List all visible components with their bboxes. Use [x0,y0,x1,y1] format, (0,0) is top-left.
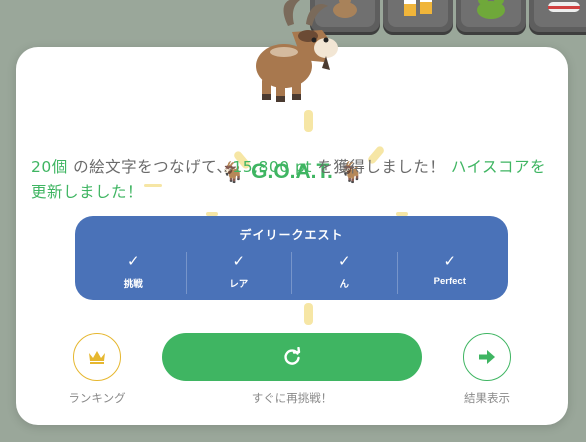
quest-item: ✓ レア [185,252,292,294]
goat-icon [248,0,344,106]
quest-item: ✓ ん [291,252,397,294]
quest-item-label: ん [339,279,349,290]
beer-mugs-icon [388,0,448,27]
refresh-icon [284,347,301,365]
quest-item-label: 挑戦 [123,279,143,290]
sparkle-ray [304,303,313,325]
check-icon: ✓ [126,252,140,270]
score-value: 15,800 pt [232,158,312,176]
background-tile [383,0,453,32]
ranking-label: ランキング [68,391,126,405]
train-icon [534,0,586,27]
message-text: の絵文字をつなげて、 [67,158,233,176]
check-icon: ✓ [232,252,246,270]
check-icon: ✓ [443,252,457,270]
background-tile [456,0,526,32]
retry-button[interactable] [162,333,422,381]
check-icon: ✓ [337,252,351,270]
daily-quest-title: デイリークエスト [239,228,344,242]
retry-label: すぐに再挑戦！ [251,391,333,405]
daily-quest-panel: デイリークエスト ✓ 挑戦 ✓ レア ✓ ん ✓ Perfect [75,216,508,300]
results-label: 結果表示 [464,391,510,405]
frog-icon [461,0,521,27]
result-message: 20個 の絵文字をつなげて、15,800 pt を獲得しました！ ハイスコアを更… [31,155,561,205]
daily-quest-items: ✓ 挑戦 ✓ レア ✓ ん ✓ Perfect [81,252,502,294]
action-bar: ランキング すぐに再挑戦！ 結果表示 [0,332,586,412]
arrow-right-icon [479,350,495,364]
emoji-count: 20個 [31,158,68,176]
background-tile [529,0,586,32]
ranking-button[interactable] [73,333,121,381]
quest-item: ✓ 挑戦 [81,252,186,294]
quest-item-label: レア [229,279,249,290]
message-text: を獲得しました！ [311,158,451,176]
crown-icon [89,351,105,364]
sparkle-ray [304,110,313,132]
results-button[interactable] [463,333,511,381]
quest-item-label: Perfect [433,276,466,287]
quest-item: ✓ Perfect [396,252,503,294]
